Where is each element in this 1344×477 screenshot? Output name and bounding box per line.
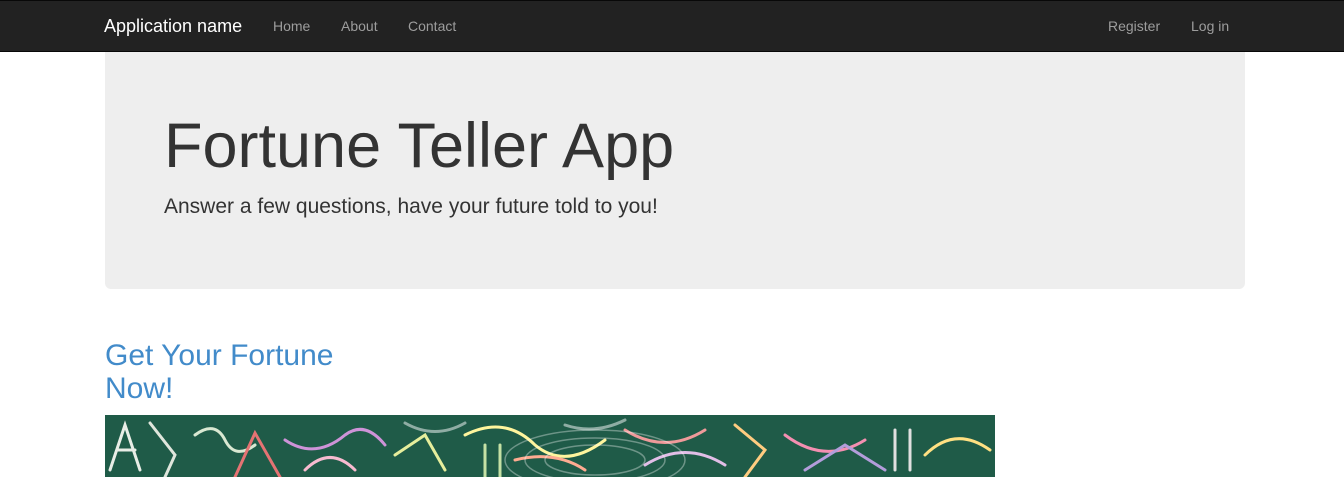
nav-login-link[interactable]: Log in — [1191, 18, 1229, 34]
chalkboard-scribbles — [105, 415, 995, 477]
jumbotron: Fortune Teller App Answer a few question… — [105, 52, 1245, 289]
nav-home-link[interactable]: Home — [273, 18, 310, 34]
nav-contact-link[interactable]: Contact — [408, 18, 456, 34]
get-fortune-heading-link[interactable]: Get Your Fortune Now! — [105, 339, 365, 405]
page-subtitle: Answer a few questions, have your future… — [164, 195, 658, 218]
brand-link[interactable]: Application name — [104, 16, 242, 37]
nav-register-link[interactable]: Register — [1108, 18, 1160, 34]
chalkboard-image[interactable] — [105, 415, 995, 477]
top-navbar: Application name Home About Contact Regi… — [0, 0, 1344, 52]
nav-about-link[interactable]: About — [341, 18, 378, 34]
page-title: Fortune Teller App — [164, 111, 675, 181]
